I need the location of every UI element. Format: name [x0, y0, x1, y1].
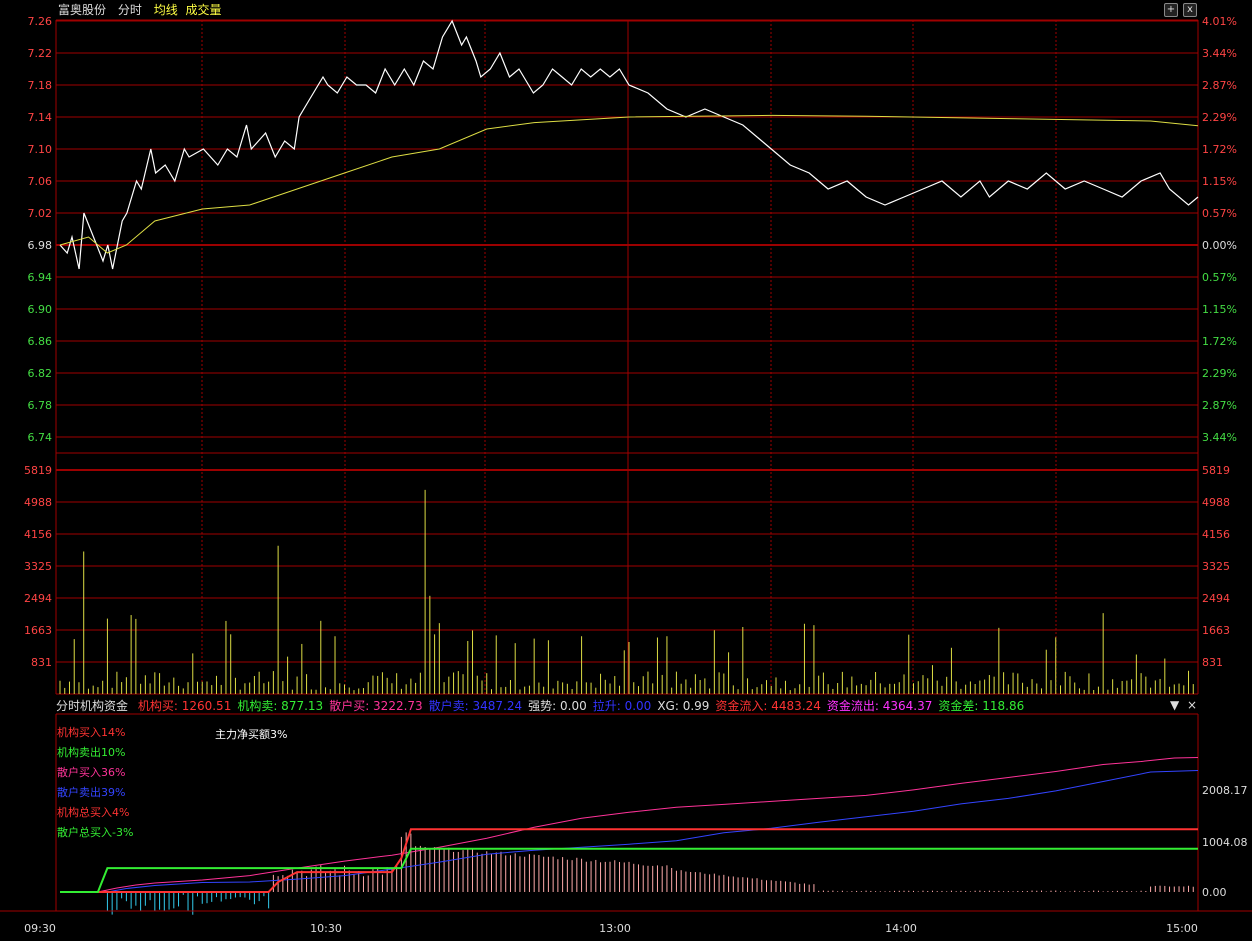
volume-tick-label: 3325: [24, 560, 52, 573]
percent-tick-label: 0.00%: [1202, 239, 1237, 252]
percent-tick-label: 2.87%: [1202, 399, 1237, 412]
indicator-value-2: 散户买: 3222.73: [329, 699, 423, 713]
percent-tick-label: 2.87%: [1202, 79, 1237, 92]
indicator-tick-label: 1004.08: [1202, 836, 1248, 849]
indicator-value-4: 强势: 0.00: [528, 699, 587, 713]
legend-item: 散户卖出39%: [57, 786, 126, 799]
percent-tick-label: 2.29%: [1202, 367, 1237, 380]
price-tick-label: 7.02: [28, 207, 53, 220]
indicator-value-6: XG: 0.99: [657, 699, 710, 713]
percent-tick-label: 1.72%: [1202, 335, 1237, 348]
indicator-value-1: 机构卖: 877.13: [237, 699, 324, 713]
percent-tick-label: 1.15%: [1202, 303, 1237, 316]
legend-item: 机构买入14%: [57, 726, 126, 739]
volume-tick-label: 1663: [1202, 624, 1230, 637]
indicator-value-8: 资金流出: 4364.37: [826, 699, 933, 713]
price-tick-label: 7.18: [28, 79, 53, 92]
price-tick-label: 7.06: [28, 175, 53, 188]
indicator-value-5: 拉升: 0.00: [592, 699, 652, 713]
volume-bars: [59, 489, 1194, 694]
price-tick-label: 6.86: [28, 335, 53, 348]
indicator-value-3: 散户卖: 3487.24: [428, 699, 523, 713]
price-line: [59, 19, 1199, 270]
volume-tick-label: 5819: [1202, 464, 1230, 477]
volume-tick-label: 4156: [24, 528, 52, 541]
price-tick-label: 6.74: [28, 431, 53, 444]
percent-tick-label: 1.15%: [1202, 175, 1237, 188]
average-line: [59, 114, 1199, 254]
volume-tick-label: 4988: [24, 496, 52, 509]
volume-tick-label: 831: [31, 656, 52, 669]
price-tick-label: 6.98: [28, 239, 53, 252]
percent-axis-right: 4.01% 3.44% 2.87% 2.29% 1.72% 1.15% 0.57% 0.00%…: [1202, 15, 1237, 444]
legend-item: 机构卖出10%: [57, 746, 126, 759]
volume-tick-label: 3325: [1202, 560, 1230, 573]
close-icon[interactable]: ×: [1187, 698, 1197, 712]
legend-item: 散户总买入-3%: [57, 826, 134, 839]
price-tick-label: 7.26: [28, 15, 53, 28]
time-tick-label: 15:00: [1166, 922, 1198, 935]
price-tick-label: 7.22: [28, 47, 53, 60]
chart-grid: [55, 19, 1199, 695]
indicator-tick-label: 0.00: [1202, 886, 1227, 899]
intraday-chart: 7.26 7.22 7.18 7.14 7.10 7.06 7.02 6.98 6.94 6.90…: [0, 15, 1252, 935]
percent-tick-label: 4.01%: [1202, 15, 1237, 28]
time-tick-label: 14:00: [885, 922, 917, 935]
price-tick-label: 6.78: [28, 399, 53, 412]
volume-tick-label: 2494: [24, 592, 52, 605]
legend-item: 机构总买入4%: [57, 806, 130, 819]
volume-tick-label: 5819: [24, 464, 52, 477]
percent-tick-label: 1.72%: [1202, 143, 1237, 156]
volume-tick-label: 4988: [1202, 496, 1230, 509]
price-tick-label: 6.90: [28, 303, 53, 316]
price-tick-label: 6.94: [28, 271, 53, 284]
time-tick-label: 10:30: [310, 922, 342, 935]
net-buy-label: 主力净买额3%: [215, 728, 288, 741]
indicator-header: 分时机构资金 机构买: 1260.51 机构卖: 877.13 散户买: 3222.…: [56, 697, 1036, 715]
indicator-value-0: 机构买: 1260.51: [137, 699, 232, 713]
price-tick-label: 7.14: [28, 111, 53, 124]
volume-tick-label: 2494: [1202, 592, 1230, 605]
percent-tick-label: 0.57%: [1202, 207, 1237, 220]
percent-tick-label: 2.29%: [1202, 111, 1237, 124]
percent-tick-label: 3.44%: [1202, 431, 1237, 444]
indicator-value-7: 资金流入: 4483.24: [715, 699, 821, 713]
volume-tick-label: 1663: [24, 624, 52, 637]
percent-tick-label: 3.44%: [1202, 47, 1237, 60]
chevron-down-icon[interactable]: ▼: [1170, 698, 1179, 712]
price-tick-label: 7.10: [28, 143, 53, 156]
time-tick-label: 13:00: [599, 922, 631, 935]
volume-tick-label: 4156: [1202, 528, 1230, 541]
legend-item: 散户买入36%: [57, 766, 126, 779]
price-axis-left: 7.26 7.22 7.18 7.14 7.10 7.06 7.02 6.98 6.94 6.90…: [28, 15, 53, 444]
volume-tick-label: 831: [1202, 656, 1223, 669]
time-axis: 09:30 10:30 13:00 14:00 15:00: [0, 910, 1252, 935]
indicator-name: 分时机构资金: [56, 699, 129, 713]
price-tick-label: 6.82: [28, 367, 53, 380]
percent-tick-label: 0.57%: [1202, 271, 1237, 284]
indicator-tick-label: 2008.17: [1202, 784, 1248, 797]
indicator-axis: 2008.17 1004.08 0.00: [1202, 784, 1248, 899]
price-lines: [59, 19, 1199, 270]
indicator-value-9: 资金差: 118.86: [938, 699, 1025, 713]
time-tick-label: 09:30: [24, 922, 56, 935]
